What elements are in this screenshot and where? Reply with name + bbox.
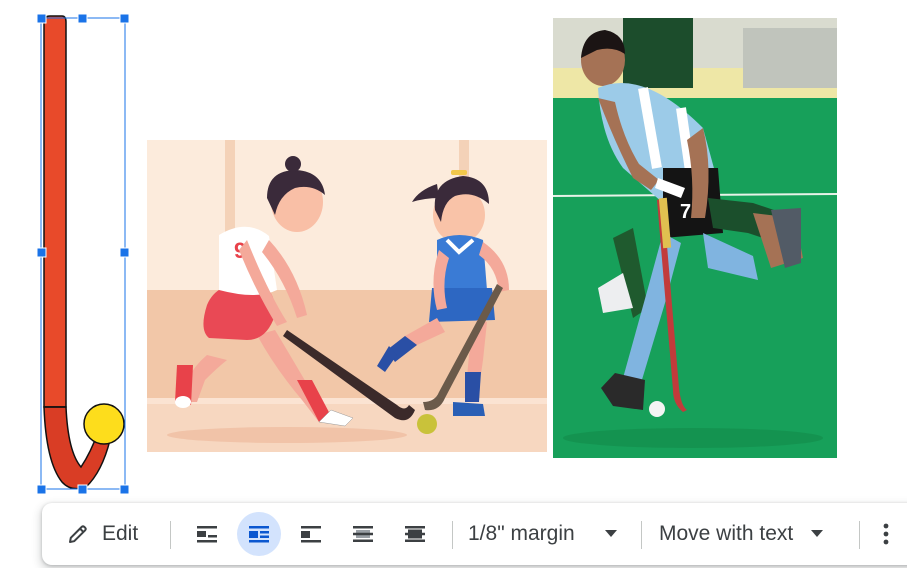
in-front-of-text-button[interactable]	[393, 512, 437, 556]
more-vert-icon	[883, 523, 889, 545]
wrap-text-icon	[249, 526, 269, 543]
field-hockey-photo[interactable]: 7	[553, 18, 837, 458]
toolbar-divider	[170, 521, 171, 549]
field-hockey-illustration[interactable]: 9	[147, 140, 547, 452]
margin-dropdown[interactable]: 1/8" margin	[468, 512, 628, 556]
more-options-button[interactable]	[874, 512, 898, 556]
in-front-of-text-icon	[405, 526, 425, 542]
toolbar-divider	[859, 521, 860, 549]
toolbar-divider	[452, 521, 453, 549]
position-dropdown[interactable]: Move with text	[659, 512, 843, 556]
margin-label: 1/8" margin	[468, 522, 575, 545]
photo-ball	[649, 401, 665, 417]
behind-text-button[interactable]	[341, 512, 385, 556]
edit-label: Edit	[102, 522, 139, 545]
chevron-down-icon	[604, 530, 617, 537]
toolbar-divider	[641, 521, 642, 549]
inline-text-icon	[197, 526, 217, 543]
break-text-button[interactable]	[289, 512, 333, 556]
wrap-inline-button[interactable]	[185, 512, 229, 556]
chevron-down-icon	[811, 530, 824, 537]
position-label: Move with text	[659, 522, 794, 545]
illustration-ball	[417, 414, 437, 434]
edit-button[interactable]: Edit	[66, 512, 150, 556]
hockey-stick-drawing[interactable]	[36, 12, 131, 497]
photo-jersey-number: 7	[680, 201, 691, 223]
image-options-toolbar: Edit 1/8" margin Move with text	[42, 503, 907, 565]
behind-text-icon	[353, 526, 373, 542]
wrap-text-button[interactable]	[237, 512, 281, 556]
pencil-icon	[69, 525, 87, 543]
stick-shaft	[43, 15, 67, 408]
stick-ball	[83, 403, 125, 445]
break-text-icon	[301, 526, 321, 543]
